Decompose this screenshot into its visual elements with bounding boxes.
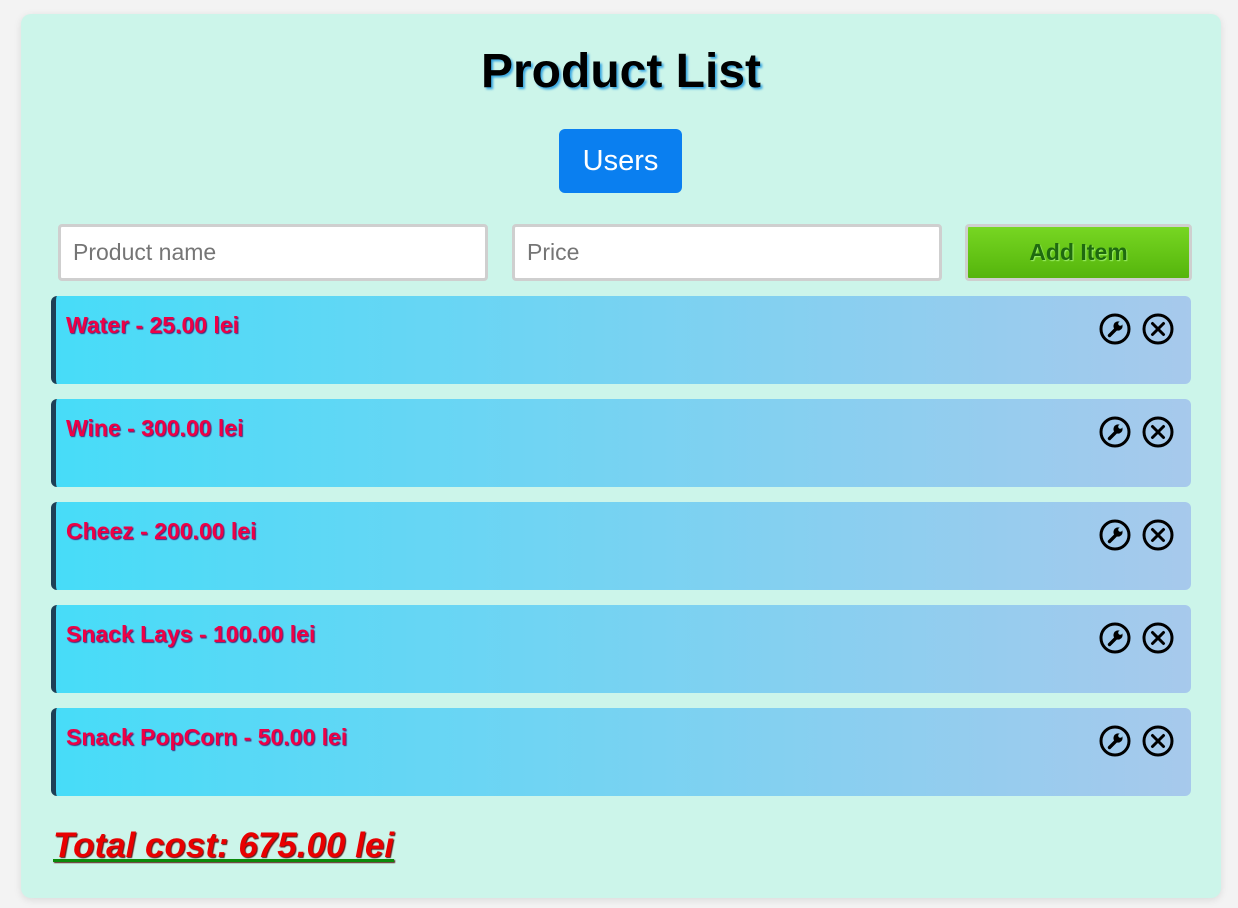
item-label: Wine - 300.00 lei	[66, 415, 244, 441]
price-input[interactable]	[512, 224, 942, 281]
wrench-icon[interactable]	[1098, 415, 1132, 449]
item-label: Water - 25.00 lei	[66, 312, 240, 338]
list-item: Snack PopCorn - 50.00 lei	[51, 708, 1191, 796]
item-label: Snack PopCorn - 50.00 lei	[66, 724, 348, 750]
item-label: Snack Lays - 100.00 lei	[66, 621, 316, 647]
add-item-button[interactable]: Add Item	[965, 224, 1192, 281]
list-item: Wine - 300.00 lei	[51, 399, 1191, 487]
total-cost: Total cost: 675.00 lei	[53, 826, 395, 865]
page-title: Product List	[480, 45, 761, 98]
list-item: Cheez - 200.00 lei	[51, 502, 1191, 590]
wrench-icon[interactable]	[1098, 621, 1132, 655]
product-list: Water - 25.00 lei Wine - 300.00 lei Chee…	[51, 296, 1191, 811]
close-circle-icon[interactable]	[1141, 724, 1175, 758]
list-item: Snack Lays - 100.00 lei	[51, 605, 1191, 693]
wrench-icon[interactable]	[1098, 312, 1132, 346]
wrench-icon[interactable]	[1098, 724, 1132, 758]
product-list-card: Product List Users Add Item Water - 25.0…	[21, 14, 1221, 898]
wrench-icon[interactable]	[1098, 518, 1132, 552]
close-circle-icon[interactable]	[1141, 518, 1175, 552]
close-circle-icon[interactable]	[1141, 621, 1175, 655]
item-label: Cheez - 200.00 lei	[66, 518, 257, 544]
close-circle-icon[interactable]	[1141, 312, 1175, 346]
product-name-input[interactable]	[58, 224, 488, 281]
list-item: Water - 25.00 lei	[51, 296, 1191, 384]
users-button[interactable]: Users	[559, 129, 682, 193]
close-circle-icon[interactable]	[1141, 415, 1175, 449]
